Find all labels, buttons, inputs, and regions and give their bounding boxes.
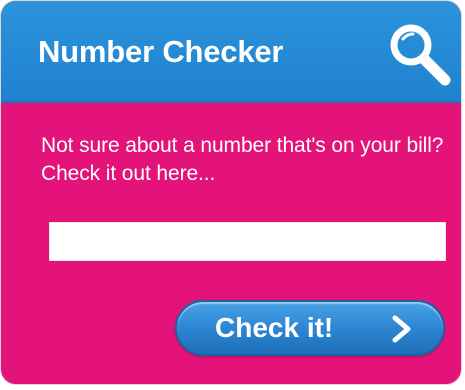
number-input[interactable] xyxy=(49,222,446,261)
widget-header: Number Checker xyxy=(1,1,461,103)
check-it-button[interactable]: Check it! xyxy=(175,300,445,356)
widget-title: Number Checker xyxy=(38,34,284,69)
magnifier-icon xyxy=(390,24,451,86)
description-text: Not sure about a number that's on your b… xyxy=(41,134,444,185)
chevron-right-icon xyxy=(392,315,411,343)
check-it-label: Check it! xyxy=(215,312,334,343)
number-checker-widget: Number Checker Not sure about a number t… xyxy=(0,0,462,385)
